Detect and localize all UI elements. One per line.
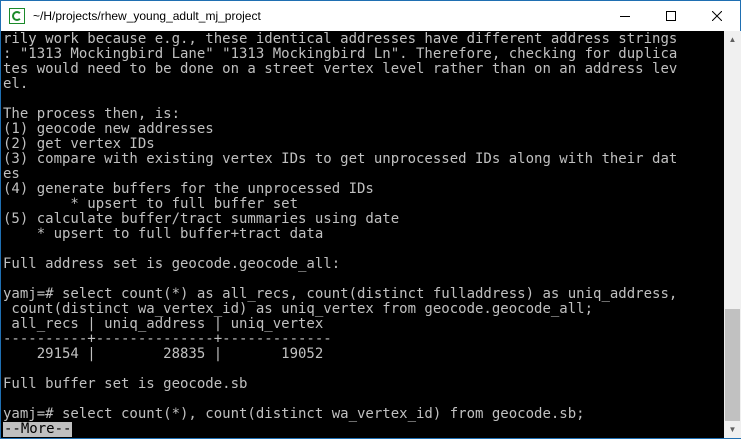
- terminal-line: yamj=# select count(*) as all_recs, coun…: [3, 286, 678, 302]
- terminal-line: (2) get vertex IDs: [3, 136, 155, 152]
- arrow-down-icon: ▼: [728, 425, 737, 434]
- terminal-line: (1) geocode new addresses: [3, 121, 214, 137]
- maximize-button[interactable]: [648, 1, 694, 31]
- terminal-line: Full address set is geocode.geocode_all:: [3, 256, 341, 272]
- terminal-lines: rily work because e.g., these identical …: [1, 31, 724, 422]
- terminal-line: * upsert to full buffer set: [3, 196, 299, 212]
- terminal-line: Full buffer set is geocode.sb: [3, 376, 248, 392]
- terminal-line: (4) generate buffers for the unprocessed…: [3, 181, 374, 197]
- terminal-line: (5) calculate buffer/tract summaries usi…: [3, 211, 400, 227]
- cygwin-icon[interactable]: [9, 8, 25, 24]
- terminal-line: el.: [3, 76, 29, 92]
- close-button[interactable]: [694, 1, 740, 31]
- terminal-line: The process then, is:: [3, 106, 181, 122]
- window-title: ~/H/projects/rhew_young_adult_mj_project: [33, 9, 261, 23]
- terminal-line: (3) compare with existing vertex IDs to …: [3, 151, 678, 167]
- maximize-icon: [666, 11, 676, 21]
- terminal-line: rily work because e.g., these identical …: [3, 31, 678, 47]
- terminal-line: 29154 | 28835 | 19052: [3, 346, 324, 362]
- terminal-line: ----------+--------------+-------------: [3, 331, 332, 347]
- minimize-icon: [620, 16, 630, 17]
- terminal-line: yamj=# select count(*), count(distinct w…: [3, 406, 585, 422]
- title-bar[interactable]: ~/H/projects/rhew_young_adult_mj_project: [1, 1, 740, 31]
- terminal-line: count(distinct wa_vertex_id) as uniq_ver…: [3, 301, 594, 317]
- scroll-down-button[interactable]: ▼: [724, 421, 741, 438]
- terminal-line: all_recs | uniq_address | uniq_vertex: [3, 316, 324, 332]
- vertical-scrollbar[interactable]: ▲ ▼: [724, 31, 741, 438]
- terminal-line: es: [3, 166, 20, 182]
- more-prompt: --More--: [3, 421, 73, 437]
- terminal-line: * upsert to full buffer+tract data: [3, 226, 324, 242]
- window-controls: [602, 1, 740, 31]
- scroll-thumb[interactable]: [725, 309, 740, 421]
- terminal-line: : "1313 Mockingbird Lane" "1313 Mockingb…: [3, 46, 678, 62]
- terminal-output[interactable]: rily work because e.g., these identical …: [1, 31, 724, 438]
- terminal-window: ~/H/projects/rhew_young_adult_mj_project…: [0, 0, 741, 439]
- scroll-up-button[interactable]: ▲: [724, 31, 741, 48]
- minimize-button[interactable]: [602, 1, 648, 31]
- arrow-up-icon: ▲: [728, 35, 737, 44]
- close-icon: [712, 11, 722, 21]
- terminal-line: tes would need to be done on a street ve…: [3, 61, 678, 77]
